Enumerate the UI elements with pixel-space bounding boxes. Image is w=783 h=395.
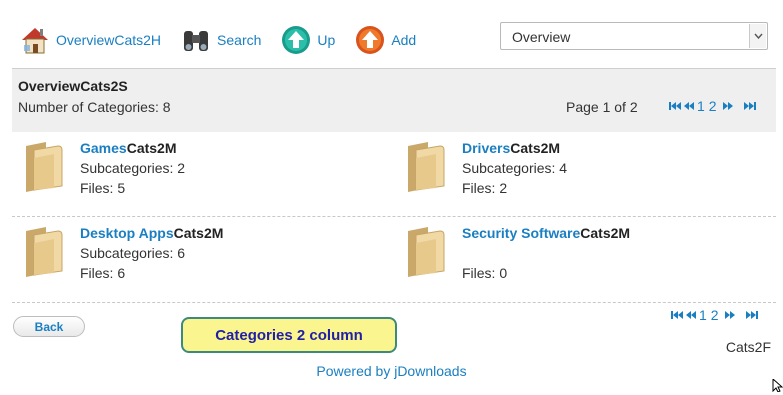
search-label: Search xyxy=(217,32,262,48)
up-label: Up xyxy=(317,32,336,48)
file-count: Files: 6 xyxy=(80,265,126,281)
view-select-value: Overview xyxy=(512,29,571,45)
page-2-link[interactable]: 2 xyxy=(711,307,719,323)
category-link[interactable]: Security Software xyxy=(462,225,580,241)
folder-icon xyxy=(402,140,450,194)
first-page-icon[interactable] xyxy=(669,101,681,111)
view-select[interactable]: Overview xyxy=(500,22,768,50)
search-link[interactable]: Search xyxy=(179,23,261,57)
home-icon xyxy=(18,23,52,57)
category-suffix: Cats2M xyxy=(173,225,224,241)
subcategory-count: Subcategories: 6 xyxy=(80,245,186,261)
up-arrow-icon xyxy=(279,23,313,57)
folder-icon xyxy=(20,140,68,194)
add-label: Add xyxy=(391,32,417,48)
category-header: OverviewCats2S Number of Categories: 8 P… xyxy=(12,68,776,132)
category-item: GamesCats2M Subcategories: 2 Files: 5 xyxy=(20,140,380,210)
file-count: Files: 2 xyxy=(462,180,508,196)
category-item: Security SoftwareCats2M Files: 0 xyxy=(402,225,762,295)
pager-bottom: 1 2 xyxy=(671,307,758,323)
pager-top: 1 2 xyxy=(669,98,756,114)
overview-label: Overview xyxy=(56,32,115,48)
page-1-link[interactable]: 1 xyxy=(699,307,707,323)
next-page-icon[interactable] xyxy=(724,310,736,320)
up-link[interactable]: Up xyxy=(279,23,335,57)
page-1-link[interactable]: 1 xyxy=(697,98,705,114)
category-item: DriversCats2M Subcategories: 4 Files: 2 xyxy=(402,140,762,210)
page-2-link[interactable]: 2 xyxy=(709,98,717,114)
binoculars-icon xyxy=(179,23,213,57)
last-page-icon[interactable] xyxy=(745,310,758,320)
powered-by-link[interactable]: Powered by jDownloads xyxy=(316,363,466,379)
folder-icon xyxy=(20,225,68,279)
overview-suffix: Cats2H xyxy=(114,32,162,48)
mouse-cursor-icon xyxy=(772,377,783,393)
next-page-icon[interactable] xyxy=(722,101,734,111)
folder-icon xyxy=(402,225,450,279)
chevron-down-icon[interactable] xyxy=(749,24,766,48)
category-suffix: Cats2M xyxy=(126,140,177,156)
category-item: Desktop AppsCats2M Subcategories: 6 File… xyxy=(20,225,380,295)
category-count: Number of Categories: 8 xyxy=(18,99,171,115)
prev-page-icon[interactable] xyxy=(683,101,694,111)
toolbar: OverviewCats2H Search Up Add xyxy=(18,20,434,60)
last-page-icon[interactable] xyxy=(743,101,756,111)
file-count: Files: 5 xyxy=(80,180,126,196)
file-count: Files: 0 xyxy=(462,265,508,281)
page-indicator: Page 1 of 2 xyxy=(566,99,638,115)
add-link[interactable]: Add xyxy=(353,23,416,57)
category-suffix: Cats2M xyxy=(580,225,631,241)
subcategory-count: Subcategories: 4 xyxy=(462,160,568,176)
first-page-icon[interactable] xyxy=(671,310,683,320)
prev-page-icon[interactable] xyxy=(685,310,696,320)
category-link[interactable]: Drivers xyxy=(462,140,510,156)
add-arrow-icon xyxy=(353,23,387,57)
overview-link[interactable]: OverviewCats2H xyxy=(18,23,161,57)
footer-suffix: Cats2F xyxy=(725,339,771,355)
row-divider xyxy=(12,216,776,217)
category-link[interactable]: Desktop Apps xyxy=(80,225,174,241)
layout-note: Categories 2 column xyxy=(181,317,397,353)
page-title: OverviewCats2S xyxy=(18,78,128,94)
powered-by-footer: Powered by jDownloads xyxy=(0,363,783,379)
category-link[interactable]: Games xyxy=(80,140,127,156)
back-button[interactable]: Back xyxy=(13,316,85,337)
category-suffix: Cats2M xyxy=(510,140,561,156)
row-divider xyxy=(12,302,776,303)
subcategory-count: Subcategories: 2 xyxy=(80,160,186,176)
